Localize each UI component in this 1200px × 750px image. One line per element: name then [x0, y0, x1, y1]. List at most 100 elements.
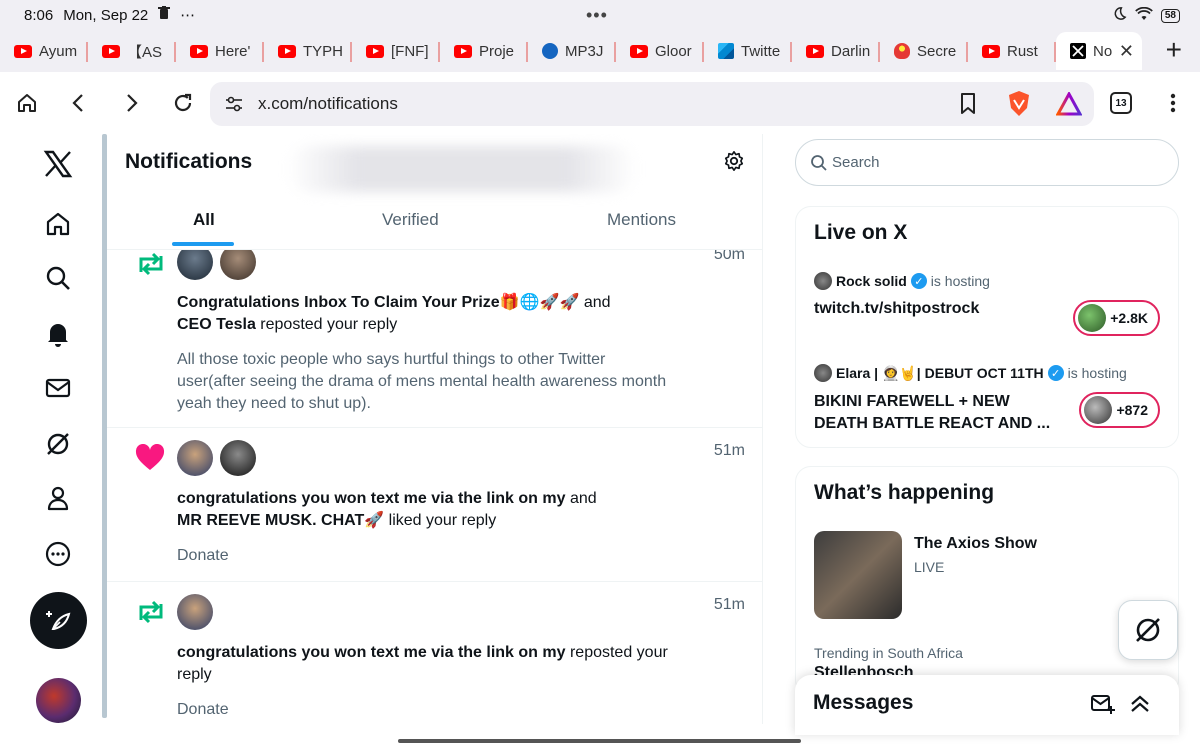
- blurred-region: [287, 146, 637, 192]
- browser-menu-button[interactable]: [1158, 88, 1188, 118]
- compose-post-button[interactable]: [30, 592, 87, 649]
- search-icon: [810, 154, 828, 176]
- youtube-icon: [806, 44, 824, 58]
- window-menu-dots[interactable]: •••: [586, 5, 608, 26]
- live-space-title[interactable]: BIKINI FAREWELL + NEW DEATH BATTLE REACT…: [814, 391, 1050, 435]
- reload-button[interactable]: [168, 88, 198, 118]
- live-space-title[interactable]: twitch.tv/shitpostrock: [814, 298, 979, 320]
- tab-mentions[interactable]: Mentions: [607, 210, 676, 230]
- account-avatar[interactable]: [36, 678, 81, 723]
- mp3-icon: [542, 43, 558, 59]
- notifications-column: 50m Congratulations Inbox To Claim Your …: [107, 134, 763, 724]
- browser-tab[interactable]: Ayum: [0, 32, 88, 70]
- browser-tab[interactable]: Twitte: [704, 32, 792, 70]
- new-tab-button[interactable]: +: [1166, 34, 1182, 66]
- whats-happening-card: What’s happening The Axios Show LIVE Tre…: [795, 466, 1179, 696]
- dnd-moon-icon: [1112, 6, 1127, 25]
- notification-text: congratulations you won text me via the …: [177, 644, 668, 683]
- brave-rewards-icon[interactable]: [1055, 90, 1083, 121]
- browser-tab[interactable]: Gloor: [616, 32, 704, 70]
- show-name[interactable]: The Axios Show: [914, 535, 1037, 553]
- notification-text: Congratulations Inbox To Claim Your Priz…: [177, 294, 611, 333]
- search-placeholder: Search: [832, 154, 880, 171]
- tab-switcher-button[interactable]: 13: [1110, 92, 1132, 114]
- x-logo-icon: [1070, 43, 1086, 59]
- gesture-navigation-bar[interactable]: [398, 739, 801, 743]
- mushroom-icon: [894, 43, 910, 59]
- url-text: x.com/notifications: [258, 94, 398, 113]
- back-button[interactable]: [64, 88, 94, 118]
- notification-text: congratulations you won text me via the …: [177, 490, 597, 529]
- notification-item[interactable]: 50m Congratulations Inbox To Claim Your …: [107, 230, 762, 428]
- site-settings-icon[interactable]: [224, 94, 244, 119]
- reply-snippet: All those toxic people who says hurtful …: [177, 351, 667, 412]
- more-options-icon[interactable]: [42, 538, 74, 570]
- grok-floating-button[interactable]: [1118, 600, 1178, 660]
- live-host[interactable]: Elara | 👩‍🚀🤘| DEBUT OCT 11TH ✓ is hostin…: [814, 364, 1127, 382]
- notification-item[interactable]: 51m congratulations you won text me via …: [107, 582, 762, 724]
- tab-all[interactable]: All: [193, 210, 215, 230]
- host-avatar: [814, 364, 832, 382]
- browser-tab[interactable]: 【AS: [88, 32, 176, 70]
- youtube-icon: [454, 44, 472, 58]
- notifications-bell-icon[interactable]: [42, 318, 74, 350]
- browser-tab-active[interactable]: No ✕: [1056, 32, 1142, 70]
- settings-gear-icon[interactable]: [723, 150, 745, 177]
- live-host[interactable]: Rock solid ✓ is hosting: [814, 272, 990, 290]
- notification-item[interactable]: 51m congratulations you won text me via …: [107, 428, 762, 582]
- expand-chevrons-icon[interactable]: [1129, 693, 1151, 720]
- youtube-icon: [630, 44, 648, 58]
- explore-search-icon[interactable]: [42, 262, 74, 294]
- address-bar[interactable]: x.com/notifications: [210, 82, 1094, 126]
- tab-verified[interactable]: Verified: [382, 210, 439, 230]
- reply-snippet: Donate: [177, 701, 229, 718]
- new-message-icon[interactable]: [1091, 693, 1115, 720]
- clock: 8:06: [24, 6, 54, 24]
- layers-icon: [718, 43, 734, 59]
- live-label: LIVE: [914, 559, 945, 575]
- home-button[interactable]: [12, 88, 42, 118]
- system-status-bar: 8:06 Mon, Sep 22 ⋯ ••• 58: [0, 0, 1200, 30]
- messages-drawer[interactable]: Messages: [795, 675, 1179, 735]
- browser-tab[interactable]: Secre: [880, 32, 968, 70]
- messages-envelope-icon[interactable]: [42, 372, 74, 404]
- browser-tab[interactable]: Proje: [440, 32, 528, 70]
- actor-name[interactable]: Congratulations Inbox To Claim Your Priz…: [177, 294, 579, 311]
- browser-tab[interactable]: TYPH: [264, 32, 352, 70]
- forward-button[interactable]: [116, 88, 146, 118]
- user-avatar[interactable]: [220, 440, 256, 476]
- actor-name[interactable]: congratulations you won text me via the …: [177, 644, 566, 661]
- actor-name[interactable]: congratulations you won text me via the …: [177, 490, 566, 507]
- card-title: Live on X: [814, 221, 908, 244]
- listener-avatar: [1078, 304, 1107, 332]
- brave-shields-icon[interactable]: [1006, 90, 1032, 123]
- reply-snippet: Donate: [177, 547, 229, 564]
- browser-toolbar: x.com/notifications 13: [0, 72, 1200, 134]
- browser-tab[interactable]: MP3J: [528, 32, 616, 70]
- trend-context: Trending in South Africa: [814, 645, 963, 661]
- actor-name[interactable]: MR REEVE MUSK. CHAT🚀: [177, 512, 384, 529]
- browser-tab[interactable]: Here': [176, 32, 264, 70]
- home-icon[interactable]: [42, 208, 74, 240]
- search-input[interactable]: Search: [795, 139, 1179, 186]
- card-title: What’s happening: [814, 481, 995, 504]
- bookmark-icon[interactable]: [958, 92, 978, 121]
- youtube-icon: [366, 44, 384, 58]
- repost-icon: [135, 250, 167, 283]
- actor-name[interactable]: CEO Tesla: [177, 316, 256, 333]
- more-notifications-icon: ⋯: [180, 7, 196, 24]
- browser-tab[interactable]: Darlin: [792, 32, 880, 70]
- grok-icon[interactable]: [42, 428, 74, 460]
- user-avatar[interactable]: [177, 594, 213, 630]
- x-logo-icon[interactable]: [42, 148, 74, 180]
- user-avatar[interactable]: [177, 440, 213, 476]
- live-listeners-pill[interactable]: +872: [1079, 392, 1160, 428]
- timestamp: 51m: [713, 442, 745, 459]
- close-tab-icon[interactable]: ✕: [1119, 41, 1134, 62]
- live-listeners-pill[interactable]: +2.8K: [1073, 300, 1160, 336]
- browser-tab-strip: Ayum 【AS Here' TYPH [FNF] Proje MP3J Glo…: [0, 30, 1200, 72]
- browser-tab[interactable]: Rust: [968, 32, 1056, 70]
- show-thumbnail[interactable]: [814, 531, 902, 619]
- profile-icon[interactable]: [42, 482, 74, 514]
- browser-tab[interactable]: [FNF]: [352, 32, 440, 70]
